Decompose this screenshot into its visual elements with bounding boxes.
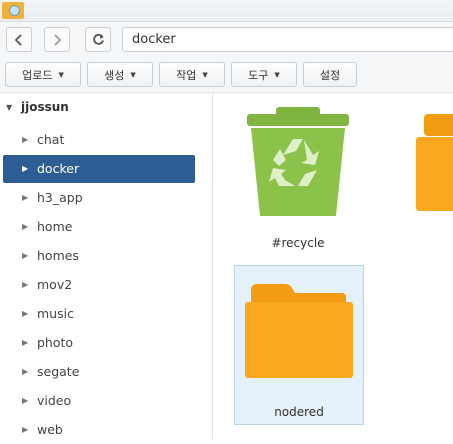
tree-item-label: h3_app (37, 190, 83, 205)
collapsed-triangle-icon[interactable]: ▶ (22, 251, 28, 260)
file-name: #recycle (271, 236, 325, 250)
tree-item-label: homes (37, 248, 79, 263)
collapsed-triangle-icon[interactable]: ▶ (22, 338, 28, 347)
tools-button[interactable]: 도구 ▼ (231, 62, 297, 87)
file-item-folder[interactable] (413, 103, 453, 263)
tree-item-label: docker (37, 161, 80, 176)
folder-tree: ▼ jjossun ▶ chat ▶ docker ▶ h3_app ▶ hom… (0, 93, 213, 439)
tree-item-video[interactable]: ▶ video (3, 387, 195, 415)
collapsed-triangle-icon[interactable]: ▶ (22, 164, 28, 173)
tree-item-label: video (37, 393, 72, 408)
tree-item-label: home (37, 219, 73, 234)
collapsed-triangle-icon[interactable]: ▶ (22, 396, 28, 405)
collapsed-triangle-icon[interactable]: ▶ (22, 193, 28, 202)
tree-item-homes[interactable]: ▶ homes (3, 242, 195, 270)
action-label: 작업 (176, 68, 197, 82)
back-button[interactable] (6, 27, 32, 52)
tree-item-label: mov2 (37, 277, 73, 292)
tree-item-photo[interactable]: ▶ photo (3, 329, 195, 357)
settings-label: 설정 (319, 68, 341, 82)
file-item-nodered[interactable]: nodered (234, 265, 364, 425)
tree-item-label: music (37, 306, 74, 321)
tree-item-segate[interactable]: ▶ segate (3, 358, 195, 386)
chevron-right-icon (54, 33, 62, 46)
caret-down-icon: ▼ (58, 70, 64, 79)
tools-label: 도구 (248, 68, 269, 82)
action-button[interactable]: 작업 ▼ (159, 62, 225, 87)
collapsed-triangle-icon[interactable]: ▶ (22, 135, 28, 144)
window-title-bar (0, 0, 453, 22)
collapsed-triangle-icon[interactable]: ▶ (22, 367, 28, 376)
collapsed-triangle-icon[interactable]: ▶ (22, 309, 28, 318)
action-toolbar: 업로드 ▼ 생성 ▼ 작업 ▼ 도구 ▼ 설정 (0, 58, 453, 93)
tree-item-chat[interactable]: ▶ chat (3, 126, 195, 154)
refresh-icon (92, 33, 104, 45)
create-button[interactable]: 생성 ▼ (87, 62, 153, 87)
tree-item-label: web (37, 422, 63, 437)
tree-item-label: photo (37, 335, 74, 350)
collapsed-triangle-icon[interactable]: ▶ (22, 222, 28, 231)
tree-item-mov2[interactable]: ▶ mov2 (3, 271, 195, 299)
navigation-bar: docker (0, 22, 453, 58)
tree-item-h3-app[interactable]: ▶ h3_app (3, 184, 195, 212)
file-grid: #recycle nodered (213, 93, 453, 439)
upload-label: 업로드 (22, 68, 53, 82)
create-label: 생성 (104, 68, 125, 82)
expanded-triangle-icon[interactable]: ▼ (6, 103, 12, 112)
collapsed-triangle-icon[interactable]: ▶ (22, 280, 28, 289)
caret-down-icon: ▼ (130, 70, 136, 79)
chevron-left-icon (14, 33, 22, 46)
tree-item-home[interactable]: ▶ home (3, 213, 195, 241)
refresh-button[interactable] (85, 27, 111, 52)
tree-root-jjossun[interactable]: ▼ jjossun (0, 97, 212, 119)
file-name: nodered (274, 405, 324, 419)
folder-icon (245, 284, 353, 378)
tree-root-label: jjossun (21, 100, 69, 114)
recycle-bin-icon (247, 107, 349, 216)
tree-item-docker[interactable]: ▶ docker (3, 155, 195, 183)
tree-item-web[interactable]: ▶ web (3, 416, 195, 444)
tree-item-label: chat (37, 132, 65, 147)
file-item-recycle[interactable]: #recycle (234, 103, 364, 263)
tree-item-music[interactable]: ▶ music (3, 300, 195, 328)
forward-button[interactable] (44, 27, 70, 52)
upload-button[interactable]: 업로드 ▼ (5, 62, 81, 87)
collapsed-triangle-icon[interactable]: ▶ (22, 425, 28, 434)
path-input[interactable]: docker (122, 27, 453, 52)
file-station-icon (2, 2, 24, 19)
settings-button[interactable]: 설정 (303, 62, 357, 87)
caret-down-icon: ▼ (202, 70, 208, 79)
folder-icon (416, 114, 453, 211)
caret-down-icon: ▼ (274, 70, 280, 79)
tree-item-label: segate (37, 364, 80, 379)
